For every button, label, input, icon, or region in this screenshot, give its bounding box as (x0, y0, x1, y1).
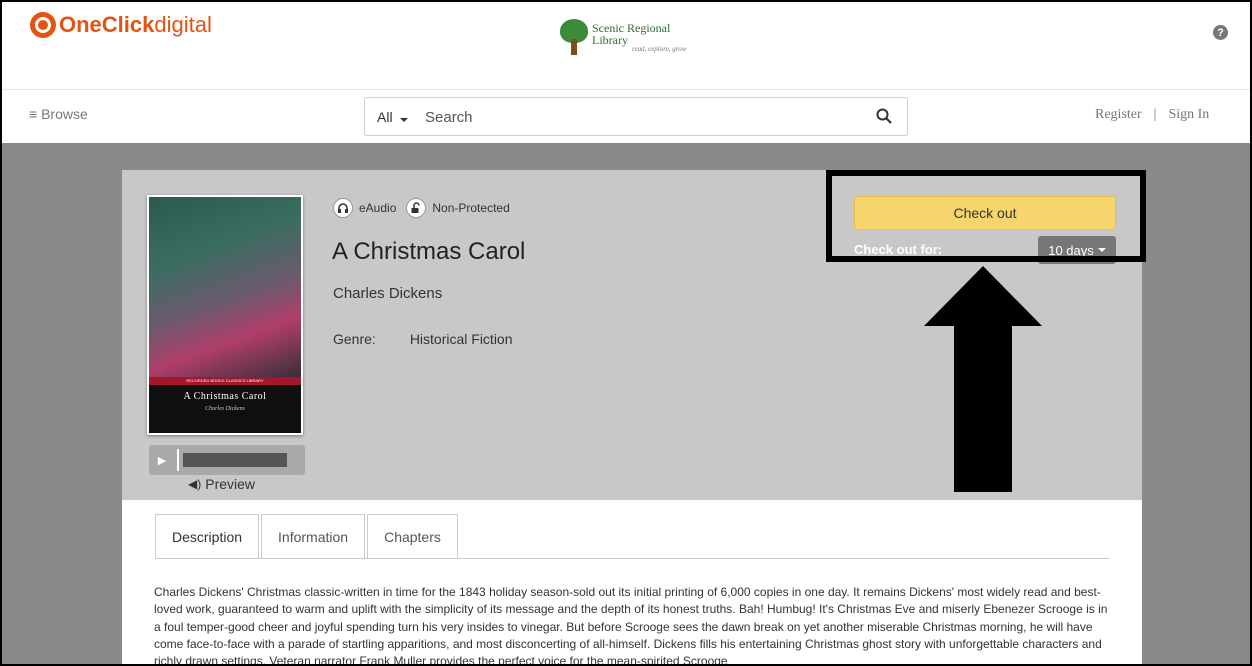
cover-series-band: RECORDED BOOKS CLASSICS LIBRARY (149, 377, 301, 385)
checkout-duration-value: 10 days (1048, 242, 1094, 258)
play-icon[interactable]: ▶ (153, 451, 171, 469)
headphones-icon (333, 198, 353, 218)
book-title: A Christmas Carol (332, 238, 526, 265)
checkout-duration-dropdown[interactable]: 10 days (1038, 236, 1116, 264)
library-name: Scenic Regional Library (592, 20, 671, 47)
tab-description[interactable]: Description (155, 514, 260, 559)
brand-name-strong: OneClick (59, 12, 155, 37)
brand-name-light: digital (154, 12, 212, 37)
cover-author: Charles Dickens (205, 406, 245, 412)
checkout-for-label: Check out for: (854, 242, 943, 257)
chevron-down-icon (400, 118, 409, 122)
unlock-icon (406, 198, 427, 218)
library-tagline: read, explore, grow (632, 44, 687, 53)
browse-label: Browse (41, 106, 88, 122)
genre-row: Genre: Historical Fiction (333, 331, 513, 347)
chevron-down-icon (1097, 248, 1106, 252)
library-logo[interactable]: Scenic Regional Library read, explore, g… (554, 12, 708, 62)
player-progress-bar[interactable] (183, 453, 287, 467)
search-icon[interactable] (876, 108, 892, 124)
top-header: OneClick digital Scenic Regional Library … (0, 0, 1252, 136)
search-input[interactable] (425, 104, 845, 130)
browse-menu[interactable]: ≡ Browse (29, 106, 88, 122)
preview-label: Preview (205, 476, 256, 492)
arrow-up-icon (924, 266, 1042, 492)
speaker-icon: ◀) (188, 477, 202, 491)
genre-link[interactable]: Historical Fiction (410, 331, 513, 347)
search-scope-dropdown[interactable]: All (377, 109, 409, 125)
oneclickdigital-logo[interactable]: OneClick digital (30, 12, 212, 38)
auth-links: Register | Sign In (1095, 107, 1209, 123)
format-badges: eAudio Non-Protected (333, 198, 520, 218)
tree-icon (558, 19, 590, 55)
book-description: Charles Dickens' Christmas classic-writt… (154, 585, 1108, 666)
sign-in-link[interactable]: Sign In (1168, 107, 1209, 122)
audio-preview-player: ▶ (149, 445, 305, 475)
register-link[interactable]: Register (1095, 107, 1142, 122)
search-scope-label: All (377, 109, 393, 125)
book-author-link[interactable]: Charles Dickens (333, 285, 442, 302)
tab-chapters[interactable]: Chapters (367, 514, 458, 559)
detail-tabs: Description Information Chapters (155, 514, 460, 559)
auth-separator: | (1153, 107, 1157, 122)
genre-label: Genre: (333, 331, 376, 347)
cover-title: A Christmas Carol (183, 391, 267, 402)
hamburger-icon: ≡ (29, 106, 38, 122)
tab-divider (155, 558, 1109, 559)
format-label: eAudio (359, 201, 397, 215)
oneclick-logo-icon (30, 12, 56, 38)
checkout-button[interactable]: Check out (854, 196, 1116, 230)
player-divider (177, 449, 179, 471)
book-cover: RECORDED BOOKS CLASSICS LIBRARY A Christ… (147, 195, 303, 435)
preview-link[interactable]: ◀) Preview (188, 476, 255, 492)
cover-title-panel: A Christmas Carol Charles Dickens (149, 385, 301, 433)
drm-label: Non-Protected (432, 201, 510, 215)
search-bar: All (364, 97, 908, 136)
question-circle-icon[interactable]: ? (1213, 25, 1228, 40)
tab-information[interactable]: Information (261, 514, 366, 559)
